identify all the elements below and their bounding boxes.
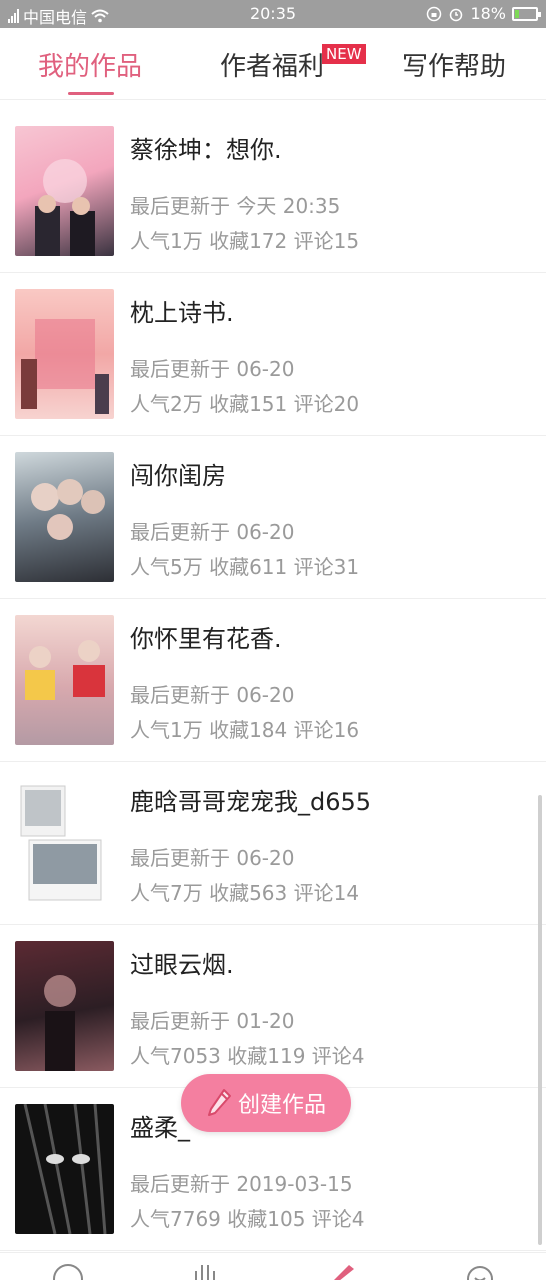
- tab-bar: 我的作品 作者福利 NEW 写作帮助: [0, 28, 546, 100]
- work-title: 闯你闺房: [130, 462, 226, 490]
- work-title: 蔡徐坤：想你.: [130, 136, 282, 164]
- work-updated: 最后更新于 2019-03-15: [130, 1172, 353, 1196]
- battery-percent: 18%: [470, 4, 506, 23]
- work-stats: 人气2万 收藏151 评论20: [130, 392, 360, 416]
- work-updated: 最后更新于 06-20: [130, 683, 295, 707]
- work-stats: 人气7万 收藏563 评论14: [130, 881, 360, 905]
- tab-my-works[interactable]: 我的作品: [38, 46, 142, 83]
- bottom-nav: [0, 1252, 546, 1280]
- book-cover: [15, 941, 114, 1071]
- book-cover: [15, 126, 114, 256]
- pencil-icon: [207, 1089, 231, 1116]
- work-updated: 最后更新于 06-20: [130, 520, 295, 544]
- work-item[interactable]: 闯你闺房 最后更新于 06-20 人气5万 收藏611 评论31: [0, 436, 546, 599]
- tab-writing-help[interactable]: 写作帮助: [402, 46, 506, 83]
- work-updated: 最后更新于 今天 20:35: [130, 194, 341, 218]
- work-updated: 最后更新于 06-20: [130, 357, 295, 381]
- work-title: 鹿晗哥哥宠宠我_d655: [130, 788, 372, 816]
- battery-icon: [512, 6, 541, 21]
- work-stats: 人气1万 收藏184 评论16: [130, 718, 360, 742]
- active-tab-indicator: [68, 92, 114, 95]
- book-cover: [15, 615, 114, 745]
- work-stats: 人气7769 收藏105 评论4: [130, 1207, 365, 1231]
- work-title: 盛柔_: [130, 1114, 190, 1142]
- ranking-icon[interactable]: [190, 1261, 220, 1280]
- work-item[interactable]: 过眼云烟. 最后更新于 01-20 人气7053 收藏119 评论4: [0, 925, 546, 1088]
- new-badge: NEW: [322, 44, 366, 64]
- work-item[interactable]: 你怀里有花香. 最后更新于 06-20 人气1万 收藏184 评论16: [0, 599, 546, 762]
- discover-icon[interactable]: [52, 1261, 84, 1280]
- create-work-label: 创建作品: [237, 1093, 326, 1118]
- work-stats: 人气7053 收藏119 评论4: [130, 1044, 365, 1068]
- work-stats: 人气5万 收藏611 评论31: [130, 555, 360, 579]
- work-stats: 人气1万 收藏172 评论15: [130, 229, 360, 253]
- book-cover: [15, 452, 114, 582]
- work-item[interactable]: 枕上诗书. 最后更新于 06-20 人气2万 收藏151 评论20: [0, 273, 546, 436]
- lock-rotation-icon: [427, 6, 442, 21]
- work-title: 你怀里有花香.: [130, 625, 282, 653]
- work-item[interactable]: 蔡徐坤：想你. 最后更新于 今天 20:35 人气1万 收藏172 评论15: [0, 110, 546, 273]
- work-title: 枕上诗书.: [130, 299, 234, 327]
- work-item[interactable]: 鹿晗哥哥宠宠我_d655 最后更新于 06-20 人气7万 收藏563 评论14: [0, 762, 546, 925]
- create-work-button[interactable]: 创建作品: [181, 1074, 351, 1132]
- profile-icon[interactable]: [465, 1261, 495, 1280]
- work-title: 过眼云烟.: [130, 951, 234, 979]
- tab-author-benefits[interactable]: 作者福利: [220, 46, 324, 83]
- book-cover: [15, 289, 114, 419]
- scrollbar[interactable]: [538, 795, 542, 1245]
- book-cover: [15, 1104, 114, 1234]
- work-updated: 最后更新于 06-20: [130, 846, 295, 870]
- alarm-icon: [450, 8, 463, 21]
- write-icon[interactable]: [327, 1261, 357, 1280]
- status-bar: 中国电信 20:35 18%: [0, 0, 546, 28]
- book-cover: [15, 778, 114, 908]
- work-updated: 最后更新于 01-20: [130, 1009, 295, 1033]
